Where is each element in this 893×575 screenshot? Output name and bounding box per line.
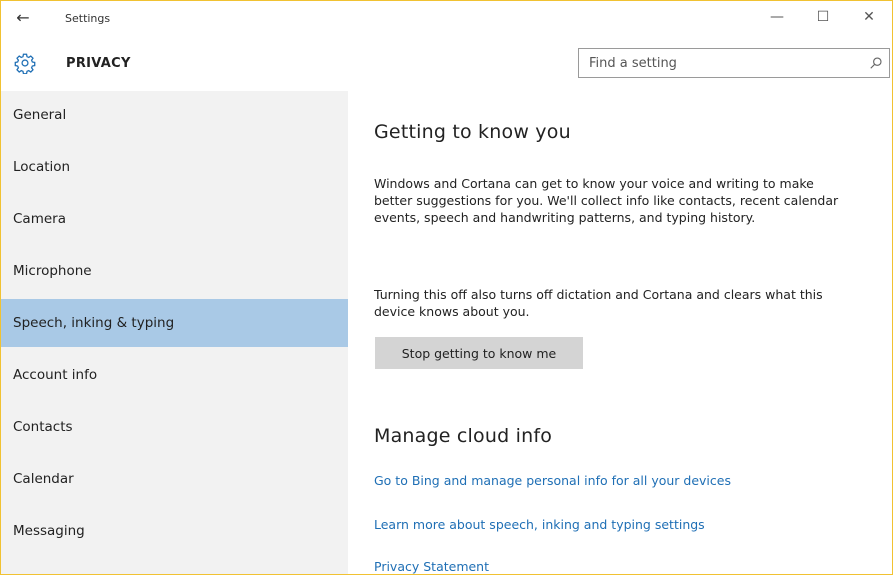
stop-getting-to-know-me-button[interactable]: Stop getting to know me (375, 337, 583, 369)
minimize-button[interactable]: — (754, 1, 800, 33)
sidebar-item-label: Speech, inking & typing (13, 315, 175, 331)
minimize-icon: — (770, 9, 784, 25)
sidebar-item-general[interactable]: General (1, 91, 348, 139)
window-controls: — ☐ ✕ (754, 1, 892, 33)
section-note: Turning this off also turns off dictatio… (374, 287, 823, 319)
sidebar-item-messaging[interactable]: Messaging (1, 507, 348, 555)
back-button[interactable]: ← (11, 5, 35, 29)
sidebar: General Location Camera Microphone Speec… (1, 91, 348, 574)
sidebar-item-label: Calendar (13, 471, 74, 487)
maximize-icon: ☐ (816, 9, 830, 25)
sidebar-item-microphone[interactable]: Microphone (1, 247, 348, 295)
close-icon: ✕ (863, 9, 875, 25)
sidebar-item-calendar[interactable]: Calendar (1, 455, 348, 503)
sidebar-item-speech-inking-typing[interactable]: Speech, inking & typing (1, 299, 348, 347)
back-arrow-icon: ← (16, 7, 30, 27)
sidebar-item-label: Account info (13, 367, 98, 383)
close-button[interactable]: ✕ (846, 1, 892, 33)
settings-window: ← Settings — ☐ ✕ PRIVACY Find a setting … (0, 0, 893, 575)
gear-icon (14, 53, 36, 74)
sidebar-item-camera[interactable]: Camera (1, 195, 348, 243)
page-header: PRIVACY (1, 39, 892, 91)
sidebar-item-label: Microphone (13, 263, 92, 279)
sidebar-item-label: Camera (13, 211, 66, 227)
bing-personal-info-link[interactable]: Go to Bing and manage personal info for … (374, 473, 731, 488)
search-box[interactable] (578, 48, 890, 78)
page-title: PRIVACY (66, 56, 131, 71)
sidebar-item-label: Location (13, 159, 71, 175)
title-bar: ← Settings — ☐ ✕ (1, 1, 892, 39)
section-description: Windows and Cortana can get to know your… (374, 176, 839, 225)
privacy-statement-link[interactable]: Privacy Statement (374, 559, 489, 574)
search-icon[interactable] (869, 56, 883, 70)
sidebar-item-label: Messaging (13, 523, 85, 539)
sidebar-item-contacts[interactable]: Contacts (1, 403, 348, 451)
sidebar-item-label: Contacts (13, 419, 73, 435)
maximize-button[interactable]: ☐ (800, 1, 846, 33)
learn-more-speech-link[interactable]: Learn more about speech, inking and typi… (374, 517, 705, 532)
search-input[interactable] (589, 55, 849, 71)
sidebar-item-account-info[interactable]: Account info (1, 351, 348, 399)
main-content: Getting to know you Windows and Cortana … (348, 91, 892, 574)
section-heading-getting-to-know-you: Getting to know you (374, 121, 571, 143)
sidebar-item-location[interactable]: Location (1, 143, 348, 191)
app-title: Settings (65, 12, 111, 25)
section-heading-manage-cloud-info: Manage cloud info (374, 425, 553, 447)
sidebar-item-label: General (13, 107, 67, 123)
